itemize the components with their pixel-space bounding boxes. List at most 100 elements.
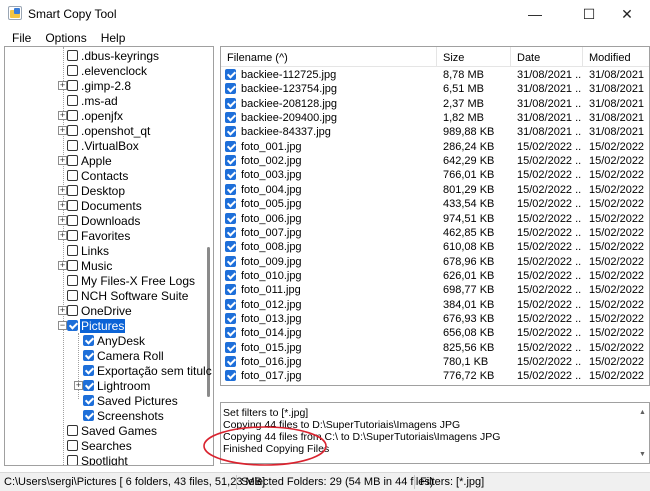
file-row[interactable]: backiee-123754.jpg 6,51 MB 31/08/2021 ... 3… [221, 82, 649, 96]
tree-item[interactable]: My Files-X Free Logs [67, 273, 196, 288]
file-checkbox[interactable] [225, 97, 236, 109]
file-checkbox[interactable] [225, 155, 236, 167]
file-row[interactable]: backiee-112725.jpg 8,78 MB 31/08/2021 ... 3… [221, 68, 649, 82]
tree-scrollbar[interactable] [205, 47, 213, 465]
tree-item[interactable]: + Documents [58, 198, 143, 213]
file-checkbox[interactable] [225, 284, 236, 296]
tree-item[interactable]: + Desktop [58, 183, 126, 198]
file-row[interactable]: foto_001.jpg 286,24 KB 15/02/2022 ... 15/02… [221, 140, 649, 154]
tree-item[interactable]: − Pictures [58, 318, 126, 333]
expand-icon[interactable]: + [58, 306, 67, 315]
tree-item[interactable]: + .gimp-2.8 [58, 78, 132, 93]
tree-item[interactable]: Screenshots [83, 408, 165, 423]
tree-item-checkbox[interactable] [67, 65, 78, 76]
expand-icon[interactable]: + [58, 81, 67, 90]
file-checkbox[interactable] [225, 69, 236, 80]
tree-item-checkbox[interactable] [83, 380, 94, 391]
tree-item[interactable]: + Lightroom [74, 378, 151, 393]
tree-item[interactable]: NCH Software Suite [67, 288, 189, 303]
tree-item-checkbox[interactable] [67, 50, 78, 61]
file-row[interactable]: foto_014.jpg 656,08 KB 15/02/2022 ... 15/02… [221, 326, 649, 340]
file-row[interactable]: foto_008.jpg 610,08 KB 15/02/2022 ... 15/02… [221, 240, 649, 254]
tree-item-checkbox[interactable] [83, 335, 94, 346]
expand-icon[interactable]: + [58, 126, 67, 135]
tree-item-checkbox[interactable] [67, 230, 78, 241]
tree-item-checkbox[interactable] [83, 350, 94, 361]
file-checkbox[interactable] [225, 269, 236, 281]
tree-item-checkbox[interactable] [67, 440, 78, 451]
expand-icon[interactable]: + [58, 201, 67, 210]
tree-item-checkbox[interactable] [67, 425, 78, 436]
expand-icon[interactable]: + [58, 231, 67, 240]
tree-item[interactable]: + Favorites [58, 228, 131, 243]
file-checkbox[interactable] [225, 384, 236, 385]
tree-item-checkbox[interactable] [67, 80, 78, 91]
file-row[interactable]: foto_012.jpg 384,01 KB 15/02/2022 ... 15/02… [221, 298, 649, 312]
file-row[interactable]: foto_011.jpg 698,77 KB 15/02/2022 ... 15/02… [221, 283, 649, 297]
tree-item[interactable]: Exportação sem titulc [83, 363, 213, 378]
tree-item-checkbox[interactable] [67, 200, 78, 211]
close-button[interactable]: ✕ [604, 0, 650, 28]
tree-item[interactable]: Camera Roll [83, 348, 165, 363]
file-checkbox[interactable] [225, 212, 236, 224]
minimize-button[interactable]: — [512, 0, 558, 28]
tree-item-checkbox[interactable] [67, 95, 78, 106]
file-checkbox[interactable] [225, 255, 236, 267]
file-checkbox[interactable] [225, 226, 236, 238]
file-checkbox[interactable] [225, 341, 236, 353]
file-checkbox[interactable] [225, 327, 236, 339]
expand-icon[interactable]: + [58, 186, 67, 195]
file-row[interactable]: foto_015.jpg 825,56 KB 15/02/2022 ... 15/02… [221, 341, 649, 355]
file-row[interactable]: backiee-208128.jpg 2,37 MB 31/08/2021 ... 3… [221, 97, 649, 111]
tree-item-checkbox[interactable] [67, 155, 78, 166]
tree-item-checkbox[interactable] [67, 290, 78, 301]
file-checkbox[interactable] [225, 83, 236, 95]
tree-item[interactable]: Searches [67, 438, 133, 453]
file-row[interactable]: foto_013.jpg 676,93 KB 15/02/2022 ... 15/02… [221, 312, 649, 326]
menu-help[interactable]: Help [94, 28, 133, 48]
tree-item-checkbox[interactable] [83, 410, 94, 421]
column-filename[interactable]: Filename (^) [221, 47, 437, 67]
tree-item[interactable]: .ms-ad [67, 93, 119, 108]
file-row[interactable]: foto_018.jpg 532,83 KB 15/02/2022 ... 15/02… [221, 384, 649, 385]
tree-item[interactable]: Spotlight [67, 453, 129, 465]
file-checkbox[interactable] [225, 126, 236, 138]
column-size[interactable]: Size [437, 47, 511, 67]
tree-item-checkbox[interactable] [67, 170, 78, 181]
tree-item-checkbox[interactable] [83, 365, 94, 376]
tree-item[interactable]: + OneDrive [58, 303, 133, 318]
expand-icon[interactable]: + [58, 261, 67, 270]
file-row[interactable]: foto_003.jpg 766,01 KB 15/02/2022 ... 15/02… [221, 168, 649, 182]
tree-item-checkbox[interactable] [67, 320, 78, 331]
tree-item-checkbox[interactable] [67, 275, 78, 286]
log-scrollbar[interactable]: ▲ ▼ [639, 407, 646, 461]
tree-item[interactable]: + .openshot_qt [58, 123, 151, 138]
tree-item-checkbox[interactable] [67, 110, 78, 121]
expand-icon[interactable]: + [58, 156, 67, 165]
tree-item[interactable]: .VirtualBox [67, 138, 140, 153]
tree-item[interactable]: + .openjfx [58, 108, 124, 123]
menu-options[interactable]: Options [38, 28, 93, 48]
file-checkbox[interactable] [225, 356, 236, 367]
file-checkbox[interactable] [225, 241, 236, 253]
tree-item[interactable]: .dbus-keyrings [67, 48, 160, 63]
file-row[interactable]: backiee-84337.jpg 989,88 KB 31/08/2021 ...… [221, 125, 649, 139]
tree-item-checkbox[interactable] [67, 185, 78, 196]
file-checkbox[interactable] [225, 198, 236, 210]
file-row[interactable]: foto_005.jpg 433,54 KB 15/02/2022 ... 15/02… [221, 197, 649, 211]
menu-file[interactable]: File [0, 28, 38, 48]
tree-item-checkbox[interactable] [67, 245, 78, 256]
file-checkbox[interactable] [225, 112, 236, 124]
expand-icon[interactable]: + [58, 216, 67, 225]
file-row[interactable]: foto_007.jpg 462,85 KB 15/02/2022 ... 15/02… [221, 226, 649, 240]
file-row[interactable]: foto_002.jpg 642,29 KB 15/02/2022 ... 15/02… [221, 154, 649, 168]
tree-item[interactable]: + Music [58, 258, 113, 273]
scroll-down-icon[interactable]: ▼ [639, 449, 646, 461]
tree-item[interactable]: Saved Pictures [83, 393, 179, 408]
tree-item[interactable]: + Apple [58, 153, 113, 168]
file-list[interactable]: Filename (^) Size Date Modified backiee-… [220, 46, 650, 386]
file-row[interactable]: foto_009.jpg 678,96 KB 15/02/2022 ... 15/02… [221, 255, 649, 269]
file-checkbox[interactable] [225, 183, 236, 195]
file-checkbox[interactable] [225, 312, 236, 324]
file-row[interactable]: foto_004.jpg 801,29 KB 15/02/2022 ... 15/02… [221, 183, 649, 197]
